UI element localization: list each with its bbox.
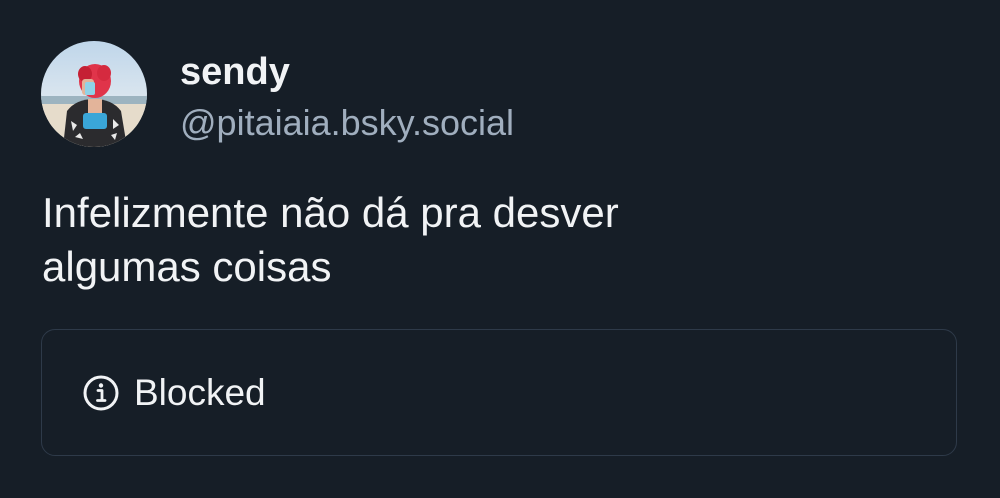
- author-block: sendy @pitaiaia.bsky.social: [180, 52, 514, 144]
- post-text-line: Infelizmente não dá pra desver: [42, 189, 619, 236]
- avatar[interactable]: [41, 41, 147, 147]
- author-display-name[interactable]: sendy: [180, 52, 514, 92]
- post-text: Infelizmente não dá pra desver algumas co…: [42, 186, 942, 294]
- info-icon: [82, 374, 120, 412]
- blocked-label: Blocked: [134, 371, 266, 413]
- profile-photo-icon: [41, 41, 147, 147]
- blocked-embed[interactable]: Blocked: [41, 329, 957, 456]
- post-card[interactable]: sendy @pitaiaia.bsky.social Infelizmente…: [0, 0, 1000, 498]
- author-handle[interactable]: @pitaiaia.bsky.social: [180, 102, 514, 144]
- post-text-line: algumas coisas: [42, 243, 332, 290]
